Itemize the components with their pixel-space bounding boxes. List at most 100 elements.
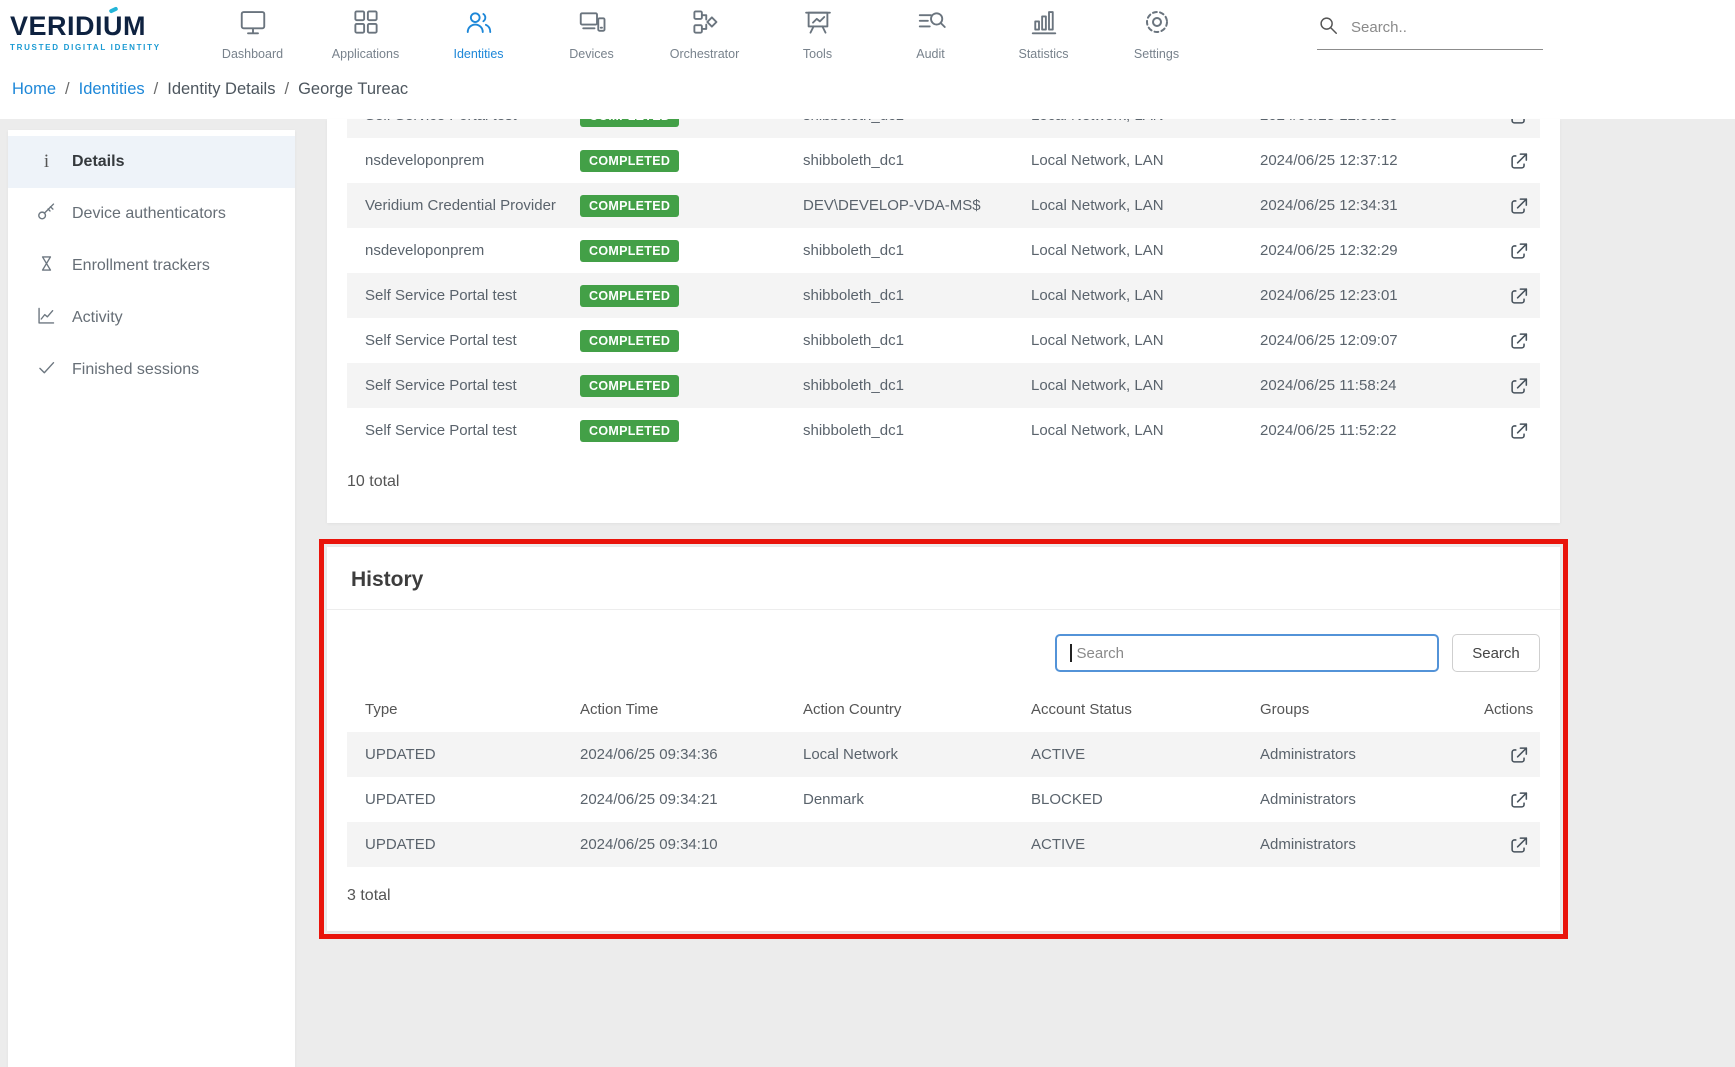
open-session-button[interactable]	[1508, 195, 1540, 217]
status-badge: COMPLETED	[580, 420, 679, 442]
tools-board-icon	[803, 7, 833, 42]
history-account-status: ACTIVE	[1031, 746, 1260, 763]
open-session-button[interactable]	[1508, 240, 1540, 262]
status-badge: COMPLETED	[580, 240, 679, 262]
nav-item-orchestrator[interactable]: Orchestrator	[648, 3, 761, 61]
main-content: Self Service Portal test COMPLETED shibb…	[327, 119, 1560, 931]
orchestrator-flow-icon	[690, 7, 720, 42]
breadcrumb: Home / Identities / Identity Details / G…	[0, 64, 1735, 119]
open-history-entry-button[interactable]	[1508, 789, 1540, 811]
history-total: 3 total	[327, 867, 1560, 927]
history-action-country: Denmark	[803, 791, 1031, 808]
nav-item-dashboard[interactable]: Dashboard	[196, 3, 309, 61]
session-row: nsdeveloponprem COMPLETED shibboleth_dc1…	[347, 228, 1540, 273]
open-session-button[interactable]	[1508, 375, 1540, 397]
nav-item-tools[interactable]: Tools	[761, 3, 874, 61]
history-search-input[interactable]: Search	[1055, 634, 1439, 672]
history-search-row: Search Search	[327, 610, 1560, 686]
hourglass-icon	[36, 253, 57, 279]
history-table-header: Type Action Time Action Country Account …	[347, 686, 1540, 732]
history-search-button[interactable]: Search	[1452, 634, 1540, 672]
session-name: Self Service Portal test	[365, 119, 580, 124]
sidebar-item-enrollment-trackers[interactable]: Enrollment trackers	[8, 240, 295, 292]
status-badge: COMPLETED	[580, 195, 679, 217]
check-icon	[36, 357, 57, 383]
history-card: History Search Search Type Action Time A…	[327, 547, 1560, 931]
history-type: UPDATED	[365, 791, 580, 808]
history-title: History	[351, 568, 1536, 592]
nav-item-applications[interactable]: Applications	[309, 3, 422, 61]
session-name: Veridium Credential Provider	[365, 197, 580, 214]
session-time: 2024/06/25 12:23:01	[1260, 287, 1484, 304]
session-server: shibboleth_dc1	[803, 242, 1031, 259]
session-row: Self Service Portal test COMPLETED shibb…	[347, 408, 1540, 453]
sidebar-item-finished-sessions[interactable]: Finished sessions	[8, 344, 295, 396]
session-row: Veridium Credential Provider COMPLETED D…	[347, 183, 1540, 228]
session-time: 2024/06/25 11:58:24	[1260, 377, 1484, 394]
info-icon: i	[36, 151, 57, 173]
nav-item-audit[interactable]: Audit	[874, 3, 987, 61]
status-badge: COMPLETED	[580, 330, 679, 352]
sidebar-item-details[interactable]: i Details	[8, 136, 295, 188]
session-time: 2024/06/25 11:52:22	[1260, 422, 1484, 439]
session-server: DEV\DEVELOP-VDA-MS$	[803, 197, 1031, 214]
history-groups: Administrators	[1260, 746, 1484, 763]
open-session-button[interactable]	[1508, 119, 1540, 127]
devices-icon	[577, 7, 607, 42]
breadcrumb-home[interactable]: Home	[12, 80, 56, 99]
nav-item-devices[interactable]: Devices	[535, 3, 648, 61]
session-row: Self Service Portal test COMPLETED shibb…	[347, 363, 1540, 408]
session-server: shibboleth_dc1	[803, 377, 1031, 394]
identity-sidebar: i Details Device authenticators Enrollme…	[8, 130, 295, 1067]
open-session-button[interactable]	[1508, 150, 1540, 172]
logo-text: VERIDIUM	[10, 13, 182, 40]
session-location: Local Network, LAN	[1031, 119, 1260, 124]
nav-item-settings[interactable]: Settings	[1100, 3, 1213, 61]
sidebar-item-device-authenticators[interactable]: Device authenticators	[8, 188, 295, 240]
top-header: VERIDIUM TRUSTED DIGITAL IDENTITY Dashbo…	[0, 0, 1735, 64]
nav-item-identities[interactable]: Identities	[422, 3, 535, 61]
session-location: Local Network, LAN	[1031, 242, 1260, 259]
page-body: i Details Device authenticators Enrollme…	[0, 119, 1735, 1067]
open-session-button[interactable]	[1508, 420, 1540, 442]
history-type: UPDATED	[365, 836, 580, 853]
history-action-country: Local Network	[803, 746, 1031, 763]
session-row: nsdeveloponprem COMPLETED shibboleth_dc1…	[347, 138, 1540, 183]
open-session-button[interactable]	[1508, 330, 1540, 352]
session-name: Self Service Portal test	[365, 332, 580, 349]
veridium-logo[interactable]: VERIDIUM TRUSTED DIGITAL IDENTITY	[10, 13, 182, 52]
history-groups: Administrators	[1260, 836, 1484, 853]
open-session-button[interactable]	[1508, 285, 1540, 307]
history-row: UPDATED 2024/06/25 09:34:10 ACTIVE Admin…	[347, 822, 1540, 867]
open-history-entry-button[interactable]	[1508, 744, 1540, 766]
col-groups: Groups	[1260, 701, 1484, 718]
session-time: 2024/06/25 12:53:23	[1260, 119, 1484, 124]
breadcrumb-separator: /	[65, 80, 70, 99]
status-badge: COMPLETED	[580, 285, 679, 307]
sessions-total: 10 total	[327, 453, 1560, 513]
logo-tagline: TRUSTED DIGITAL IDENTITY	[10, 43, 182, 52]
finished-sessions-card: Self Service Portal test COMPLETED shibb…	[327, 119, 1560, 523]
session-time: 2024/06/25 12:32:29	[1260, 242, 1484, 259]
global-search[interactable]: Search..	[1317, 14, 1543, 50]
text-caret	[1070, 644, 1072, 662]
sessions-table: Self Service Portal test COMPLETED shibb…	[347, 119, 1540, 453]
breadcrumb-identities[interactable]: Identities	[79, 80, 145, 99]
status-badge: COMPLETED	[580, 150, 679, 172]
nav-item-statistics[interactable]: Statistics	[987, 3, 1100, 61]
history-groups: Administrators	[1260, 791, 1484, 808]
session-location: Local Network, LAN	[1031, 422, 1260, 439]
sidebar-item-activity[interactable]: Activity	[8, 292, 295, 344]
history-row: UPDATED 2024/06/25 09:34:36 Local Networ…	[347, 732, 1540, 777]
history-action-time: 2024/06/25 09:34:36	[580, 746, 803, 763]
session-location: Local Network, LAN	[1031, 332, 1260, 349]
history-type: UPDATED	[365, 746, 580, 763]
session-row: Self Service Portal test COMPLETED shibb…	[347, 119, 1540, 138]
history-account-status: ACTIVE	[1031, 836, 1260, 853]
main-nav: Dashboard Applications Identities Device…	[196, 3, 1213, 61]
session-name: Self Service Portal test	[365, 422, 580, 439]
open-history-entry-button[interactable]	[1508, 834, 1540, 856]
statistics-bars-icon	[1029, 7, 1059, 42]
session-row: Self Service Portal test COMPLETED shibb…	[347, 273, 1540, 318]
activity-chart-icon	[36, 305, 57, 331]
